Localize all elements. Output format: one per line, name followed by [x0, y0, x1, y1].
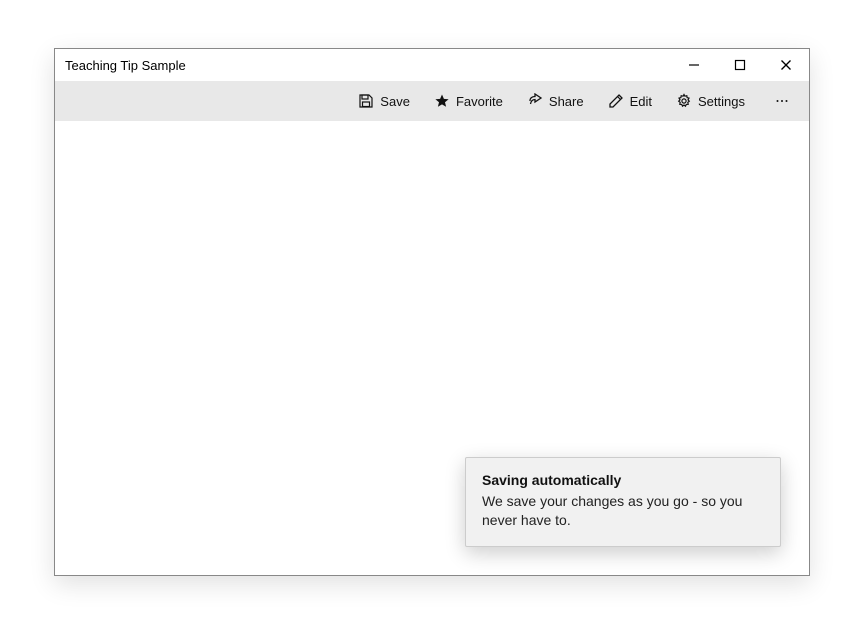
favorite-label: Favorite: [456, 94, 503, 109]
close-icon: [780, 59, 792, 71]
favorite-button[interactable]: Favorite: [424, 88, 513, 114]
command-bar: Save Favorite Share Edit Settings: [55, 81, 809, 121]
app-window: Teaching Tip Sample Save Favorite: [54, 48, 810, 576]
window-controls: [671, 49, 809, 81]
close-button[interactable]: [763, 49, 809, 81]
window-title: Teaching Tip Sample: [65, 58, 186, 73]
teaching-tip-body: We save your changes as you go - so you …: [482, 492, 764, 530]
minimize-icon: [688, 59, 700, 71]
pencil-icon: [608, 93, 624, 109]
settings-button[interactable]: Settings: [666, 88, 755, 114]
save-icon: [358, 93, 374, 109]
edit-label: Edit: [630, 94, 652, 109]
gear-icon: [676, 93, 692, 109]
titlebar: Teaching Tip Sample: [55, 49, 809, 81]
settings-label: Settings: [698, 94, 745, 109]
share-button[interactable]: Share: [517, 88, 594, 114]
content-area: Saving automatically We save your change…: [55, 121, 809, 575]
more-button[interactable]: [765, 86, 799, 116]
maximize-button[interactable]: [717, 49, 763, 81]
maximize-icon: [734, 59, 746, 71]
more-icon: [774, 93, 790, 109]
teaching-tip: Saving automatically We save your change…: [465, 457, 781, 547]
minimize-button[interactable]: [671, 49, 717, 81]
save-button[interactable]: Save: [348, 88, 420, 114]
share-icon: [527, 93, 543, 109]
teaching-tip-title: Saving automatically: [482, 472, 764, 488]
save-label: Save: [380, 94, 410, 109]
edit-button[interactable]: Edit: [598, 88, 662, 114]
share-label: Share: [549, 94, 584, 109]
star-icon: [434, 93, 450, 109]
